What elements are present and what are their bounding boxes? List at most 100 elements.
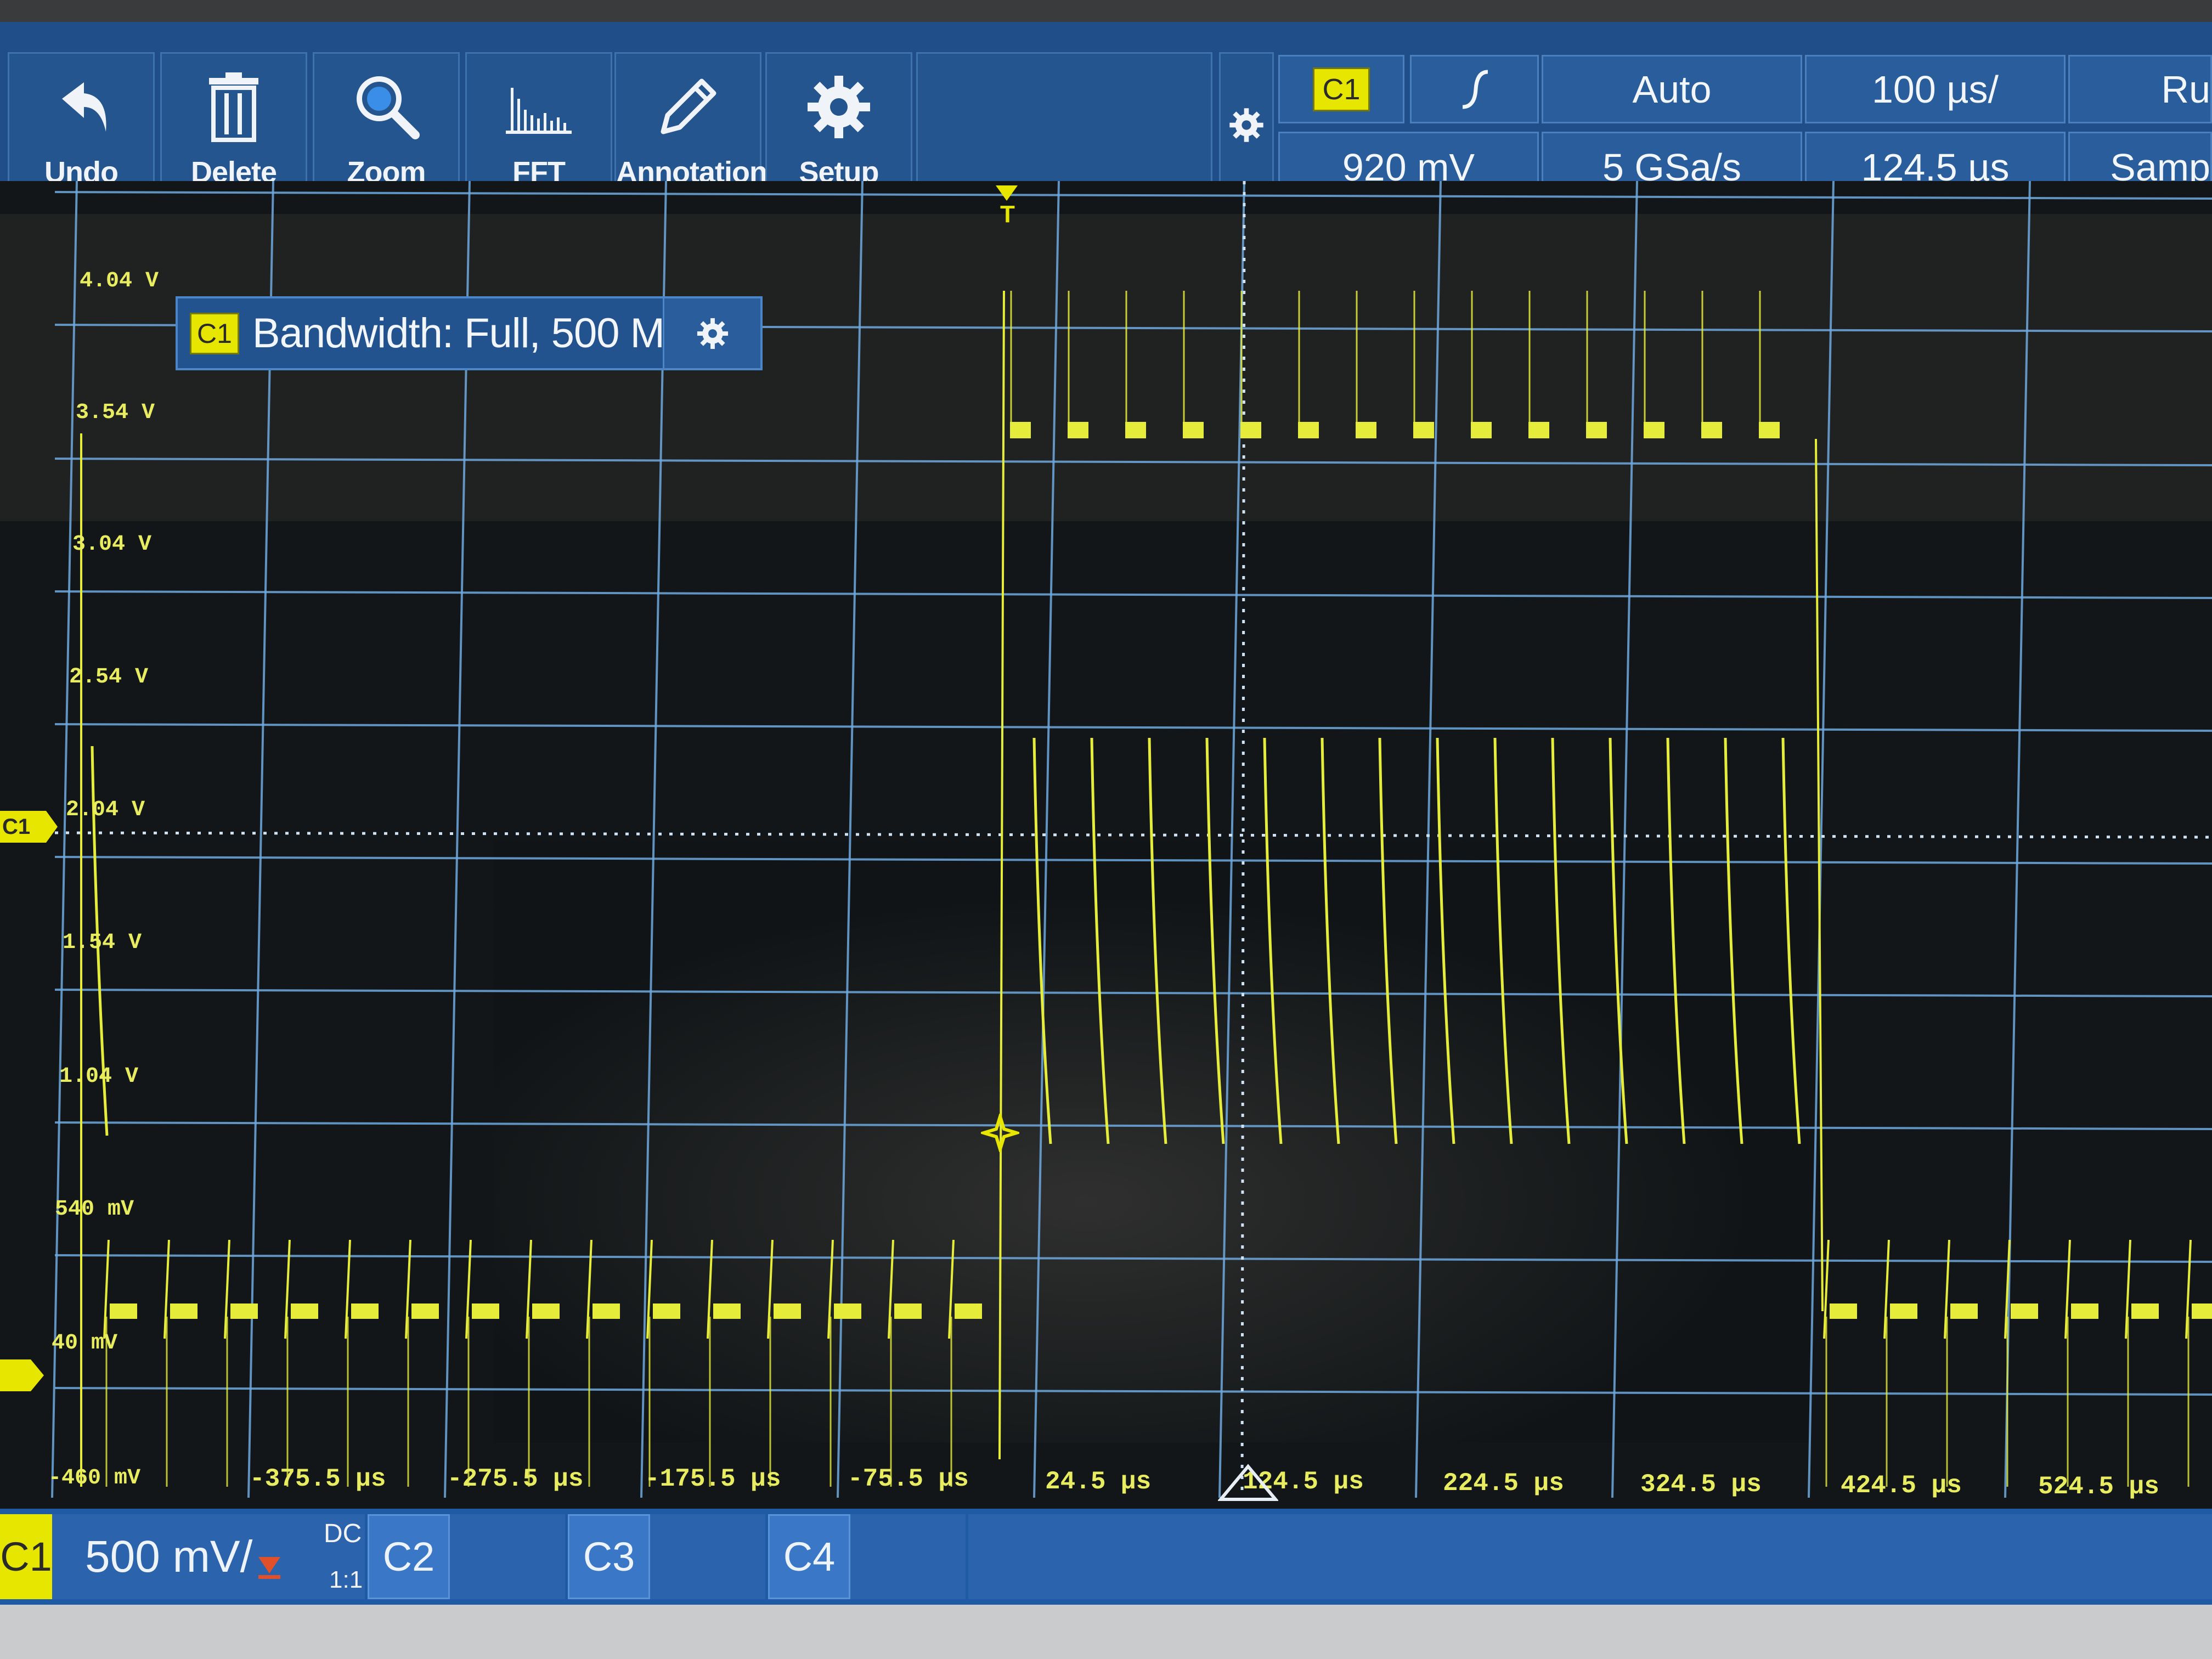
time-label: -75.5 µs <box>848 1465 969 1493</box>
trace-low-pulse <box>2071 1304 2098 1319</box>
trace-low-pulse <box>653 1304 680 1319</box>
bandwidth-popup[interactable]: C1 Bandwidth: Full, 500 M... <box>176 296 763 370</box>
channel-offset-marker-label: C1 <box>2 814 31 839</box>
trace-high-pulse <box>1068 422 1088 438</box>
zoom-icon <box>314 66 458 148</box>
screen-bezel-bottom <box>0 1605 2212 1659</box>
trigger-edge-cell[interactable] <box>1410 55 1539 123</box>
delete-button[interactable]: Delete <box>160 52 307 198</box>
time-label: 324.5 µs <box>1640 1470 1762 1499</box>
annotation-button[interactable]: Annotation <box>614 52 768 198</box>
trace-low-pulse <box>1830 1304 1857 1319</box>
channel-c3-button[interactable]: C3 <box>568 1514 650 1599</box>
channel-c1-scale[interactable]: 500 mV/ <box>52 1514 365 1599</box>
trace-high-pulse <box>1644 422 1664 438</box>
trace-high-pulse <box>1586 422 1607 438</box>
trash-icon <box>162 66 306 148</box>
screen-reflection-hand <box>494 839 1810 1443</box>
voltage-label: 540 mV <box>55 1197 134 1222</box>
time-label: -275.5 µs <box>447 1465 584 1493</box>
channel-c4-button[interactable]: C4 <box>768 1514 850 1599</box>
channel-bar-empty <box>968 1514 2212 1599</box>
trace-low-pulse <box>592 1304 620 1319</box>
voltage-label: 4.04 V <box>80 269 159 294</box>
run-state-cell[interactable]: Ru <box>2068 55 2212 123</box>
gear-icon <box>697 318 728 349</box>
trigger-position-marker[interactable]: T <box>993 185 1020 240</box>
trace-low-pulse <box>713 1304 741 1319</box>
bandwidth-channel-chip: C1 <box>190 312 239 354</box>
crosshair-icon <box>978 1110 1023 1155</box>
trace-high-pulse <box>1183 422 1204 438</box>
bandwidth-limit-icon <box>258 1556 281 1579</box>
trace-high-pulse <box>1528 422 1549 438</box>
trace-low-pulse <box>1950 1304 1978 1319</box>
voltage-label: 2.04 V <box>66 798 145 822</box>
voltage-label: 3.04 V <box>72 532 152 557</box>
trace-low-pulse <box>834 1304 861 1319</box>
fft-spectrum-icon <box>467 66 611 148</box>
trace-low-pulse <box>2192 1304 2212 1319</box>
voltage-label: 2.54 V <box>69 665 149 690</box>
time-label: 524.5 µs <box>2038 1472 2159 1501</box>
status-settings-button[interactable] <box>1219 52 1274 198</box>
trigger-marker-label: T <box>1000 201 1015 228</box>
trace-low-pulse <box>110 1304 137 1319</box>
voltage-label: 3.54 V <box>76 400 155 425</box>
trace-high-pulse <box>1010 422 1031 438</box>
channel-c2-slot[interactable] <box>450 1514 565 1599</box>
time-label: 224.5 µs <box>1443 1469 1564 1498</box>
trace-low-pulse <box>170 1304 198 1319</box>
trace-low-pulse <box>351 1304 379 1319</box>
channel-c1-button[interactable]: C1 <box>0 1514 52 1599</box>
trace-high-pulse <box>1298 422 1319 438</box>
trace-low-pulse <box>472 1304 499 1319</box>
trigger-level-crosshair[interactable] <box>978 1110 1023 1155</box>
screen-bezel-top <box>0 0 2212 22</box>
time-label: -175.5 µs <box>645 1465 781 1493</box>
waveform-display[interactable]: C1 Bandwidth: Full, 500 M... 4.04 V 3.54… <box>0 181 2212 1509</box>
channel-c3-slot[interactable] <box>650 1514 765 1599</box>
channel-offset-marker[interactable]: C1 <box>0 811 58 843</box>
undo-button[interactable]: Undo <box>8 52 155 198</box>
trace-high-pulse <box>1125 422 1146 438</box>
setup-button[interactable]: Setup <box>765 52 912 198</box>
voltage-label: 40 mV <box>52 1331 118 1356</box>
trigger-mode-cell[interactable]: Auto <box>1542 55 1802 123</box>
trace-low-pulse <box>955 1304 982 1319</box>
zoom-button[interactable]: Zoom <box>313 52 460 198</box>
bandwidth-settings-button[interactable] <box>663 298 760 368</box>
trace-low-pulse <box>291 1304 318 1319</box>
undo-icon <box>9 66 153 148</box>
voltage-label: -460 mV <box>48 1466 141 1491</box>
time-scale-cell[interactable]: 100 µs/ <box>1805 55 2066 123</box>
trace-high-pulse <box>1356 422 1376 438</box>
gear-icon <box>1229 108 1263 142</box>
trace-low-pulse <box>2131 1304 2159 1319</box>
trigger-source-chip: C1 <box>1313 67 1370 111</box>
trace-low-pulse <box>230 1304 258 1319</box>
trace-low-pulse <box>411 1304 439 1319</box>
voltage-label: 1.04 V <box>59 1064 139 1089</box>
time-reference-marker[interactable] <box>1217 1464 1279 1502</box>
bandwidth-text: Bandwidth: Full, 500 M... <box>252 310 698 357</box>
time-label: 424.5 µs <box>1841 1471 1962 1500</box>
trace-low-pulse <box>2011 1304 2038 1319</box>
trace-high-pulse <box>1240 422 1261 438</box>
trace-high-pulse <box>1701 422 1722 438</box>
trigger-source-cell[interactable]: C1 <box>1278 55 1404 123</box>
trace-high-pulse <box>1471 422 1492 438</box>
channel-c4-slot[interactable] <box>850 1514 966 1599</box>
c1-coupling: DC <box>324 1519 362 1548</box>
channel-c2-button[interactable]: C2 <box>368 1514 450 1599</box>
fft-button[interactable]: FFT <box>465 52 612 198</box>
trace-low-pulse <box>894 1304 922 1319</box>
triangle-marker-icon <box>1217 1464 1279 1501</box>
waveform-plot <box>0 181 2212 1509</box>
voltage-label: 1.54 V <box>63 930 142 955</box>
pencil-icon <box>616 66 760 148</box>
trace-high-pulse <box>1759 422 1780 438</box>
trace-low-pulse <box>532 1304 560 1319</box>
toolbar-empty-slot <box>916 52 1212 198</box>
trace-high-pulse <box>1413 422 1434 438</box>
